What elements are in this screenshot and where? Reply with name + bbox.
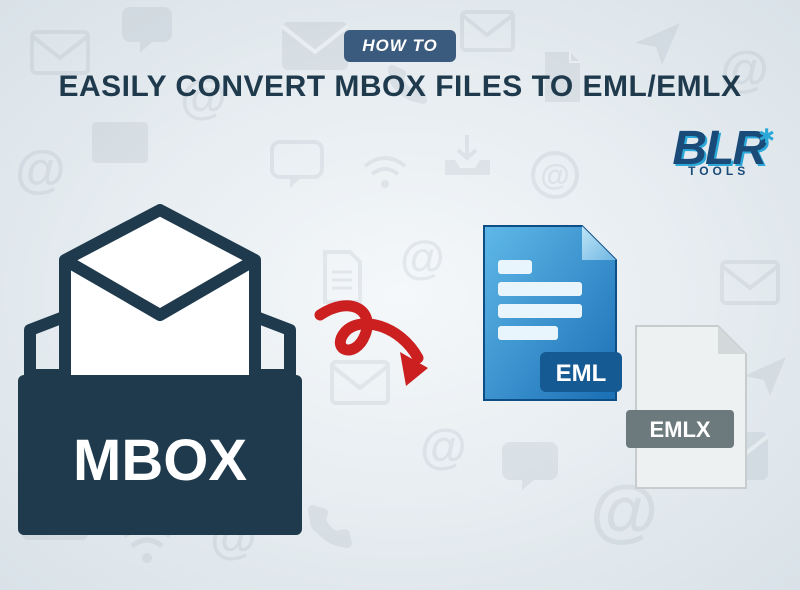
envelope-icon bbox=[90, 120, 150, 165]
arrow-icon bbox=[300, 290, 470, 410]
brand-logo: ✱ BLR TOOLS bbox=[672, 130, 765, 178]
at-icon: @ bbox=[15, 140, 66, 200]
chat-icon bbox=[270, 140, 325, 190]
at-icon: @ bbox=[420, 420, 467, 475]
howto-badge: HOW TO bbox=[344, 30, 456, 62]
emlx-file-icon: EMLX bbox=[620, 320, 760, 500]
chat-icon bbox=[500, 440, 560, 492]
wifi-icon bbox=[360, 150, 410, 190]
header: HOW TO EASILY CONVERT MBOX FILES TO EML/… bbox=[0, 30, 800, 104]
emlx-label: EMLX bbox=[649, 417, 710, 442]
at-icon: @ bbox=[400, 230, 445, 284]
eml-label: EML bbox=[556, 360, 607, 387]
logo-text: BLR bbox=[672, 130, 765, 168]
eml-file-icon: EML bbox=[470, 220, 630, 410]
headline: EASILY CONVERT MBOX FILES TO EML/EMLX bbox=[0, 70, 800, 104]
gear-icon: ✱ bbox=[758, 124, 775, 149]
at-icon: @ bbox=[530, 150, 580, 200]
inbox-icon bbox=[440, 130, 495, 180]
mbox-icon: MBOX bbox=[10, 200, 310, 550]
mbox-label: MBOX bbox=[73, 428, 247, 493]
svg-text:@: @ bbox=[540, 159, 569, 192]
envelope-icon bbox=[720, 260, 780, 305]
